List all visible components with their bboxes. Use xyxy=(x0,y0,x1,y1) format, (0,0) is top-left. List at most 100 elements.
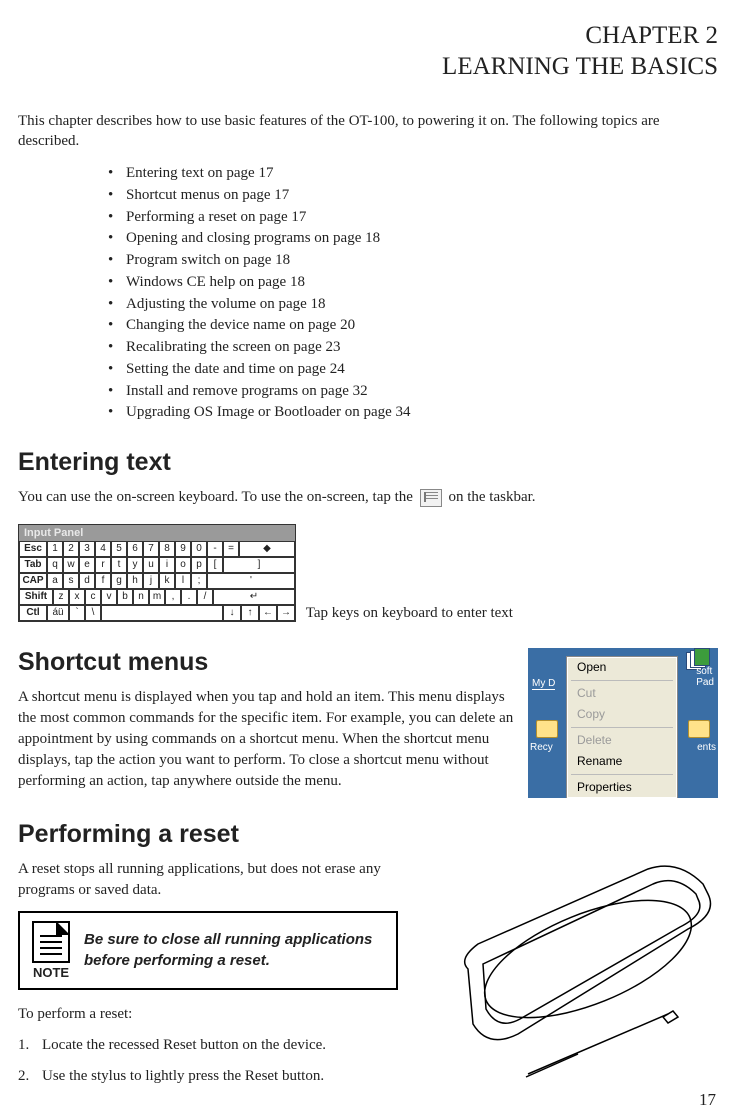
key: = xyxy=(223,541,239,557)
key: j xyxy=(143,573,159,589)
key: 6 xyxy=(127,541,143,557)
context-menu: Open Cut Copy Delete Rename Properties xyxy=(566,656,678,798)
list-item: Adjusting the volume on page 18 xyxy=(108,294,718,316)
key: 5 xyxy=(111,541,127,557)
list-item: Entering text on page 17 xyxy=(108,163,718,185)
shortcut-body: A shortcut menu is displayed when you ta… xyxy=(18,687,516,792)
chapter-header: CHAPTER 2 LEARNING THE BASICS xyxy=(18,20,718,83)
input-panel-screenshot: Input Panel Esc 1 2 3 4 5 6 7 8 9 0 - = … xyxy=(18,524,296,622)
key: n xyxy=(133,589,149,605)
desktop-label: softPad xyxy=(696,666,714,688)
key: [ xyxy=(207,557,223,573)
key: ; xyxy=(191,573,207,589)
key: x xyxy=(69,589,85,605)
keyboard-icon xyxy=(420,489,442,507)
chapter-title: LEARNING THE BASICS xyxy=(18,51,718,82)
list-item: Performing a reset on page 17 xyxy=(108,207,718,229)
key: r xyxy=(95,557,111,573)
key: . xyxy=(181,589,197,605)
desktop-label: My D xyxy=(532,678,555,689)
key: m xyxy=(149,589,165,605)
list-item: Windows CE help on page 18 xyxy=(108,272,718,294)
key: a xyxy=(47,573,63,589)
key: \ xyxy=(85,605,101,621)
key: i xyxy=(159,557,175,573)
key: , xyxy=(165,589,181,605)
key: 2 xyxy=(63,541,79,557)
key: ' xyxy=(207,573,295,589)
desktop-label: Recy xyxy=(530,742,553,753)
key-enter: ↵ xyxy=(213,589,295,605)
device-illustration xyxy=(418,859,718,1094)
reset-lead: To perform a reset: xyxy=(18,1004,398,1025)
key: c xyxy=(85,589,101,605)
key-down: ↓ xyxy=(223,605,241,621)
key: 0 xyxy=(191,541,207,557)
key: 8 xyxy=(159,541,175,557)
key: áü xyxy=(47,605,69,621)
key: 3 xyxy=(79,541,95,557)
menu-item-cut: Cut xyxy=(567,683,677,704)
key: 4 xyxy=(95,541,111,557)
heading-entering-text: Entering text xyxy=(18,448,718,477)
menu-item-open: Open xyxy=(567,657,677,678)
key: ] xyxy=(223,557,295,573)
list-item: Shortcut menus on page 17 xyxy=(108,185,718,207)
key: o xyxy=(175,557,191,573)
key: f xyxy=(95,573,111,589)
keyboard-caption: Tap keys on keyboard to enter text xyxy=(306,605,513,621)
key: t xyxy=(111,557,127,573)
key: w xyxy=(63,557,79,573)
list-item: Recalibrating the screen on page 23 xyxy=(108,337,718,359)
menu-item-delete: Delete xyxy=(567,730,677,751)
key: s xyxy=(63,573,79,589)
topic-list: Entering text on page 17 Shortcut menus … xyxy=(108,163,718,424)
input-panel-title: Input Panel xyxy=(19,525,295,541)
key: d xyxy=(79,573,95,589)
key: ` xyxy=(69,605,85,621)
desktop-label: ents xyxy=(697,742,716,753)
key: Shift xyxy=(19,589,53,605)
heading-shortcut-menus: Shortcut menus xyxy=(18,648,516,677)
key-left: ← xyxy=(259,605,277,621)
key-space xyxy=(101,605,223,621)
key: p xyxy=(191,557,207,573)
key: CAP xyxy=(19,573,47,589)
context-menu-screenshot: My D softPad Recy ents Open Cut Copy Del… xyxy=(528,648,718,798)
reset-body: A reset stops all running applications, … xyxy=(18,859,398,901)
note-box: NOTE Be sure to close all running applic… xyxy=(18,911,398,990)
key: z xyxy=(53,589,69,605)
note-text: Be sure to close all running application… xyxy=(84,930,384,971)
key-right: → xyxy=(277,605,295,621)
key: l xyxy=(175,573,191,589)
key: u xyxy=(143,557,159,573)
page-number: 17 xyxy=(699,1090,716,1110)
note-icon xyxy=(32,921,70,963)
key: e xyxy=(79,557,95,573)
key: v xyxy=(101,589,117,605)
folder-icon xyxy=(688,720,710,738)
menu-item-rename: Rename xyxy=(567,751,677,772)
intro-paragraph: This chapter describes how to use basic … xyxy=(18,111,718,152)
key: y xyxy=(127,557,143,573)
menu-item-copy: Copy xyxy=(567,704,677,725)
key: 9 xyxy=(175,541,191,557)
list-item: Changing the device name on page 20 xyxy=(108,315,718,337)
list-item: Upgrading OS Image or Bootloader on page… xyxy=(108,402,718,424)
key: Tab xyxy=(19,557,47,573)
key: k xyxy=(159,573,175,589)
key: 1 xyxy=(47,541,63,557)
key: - xyxy=(207,541,223,557)
key: 7 xyxy=(143,541,159,557)
step: Locate the recessed Reset button on the … xyxy=(18,1035,398,1056)
note-label: NOTE xyxy=(32,965,70,980)
key: g xyxy=(111,573,127,589)
key-up: ↑ xyxy=(241,605,259,621)
key: q xyxy=(47,557,63,573)
key: / xyxy=(197,589,213,605)
folder-icon xyxy=(536,720,558,738)
key: b xyxy=(117,589,133,605)
key: Esc xyxy=(19,541,47,557)
key: Ctl xyxy=(19,605,47,621)
list-item: Setting the date and time on page 24 xyxy=(108,359,718,381)
